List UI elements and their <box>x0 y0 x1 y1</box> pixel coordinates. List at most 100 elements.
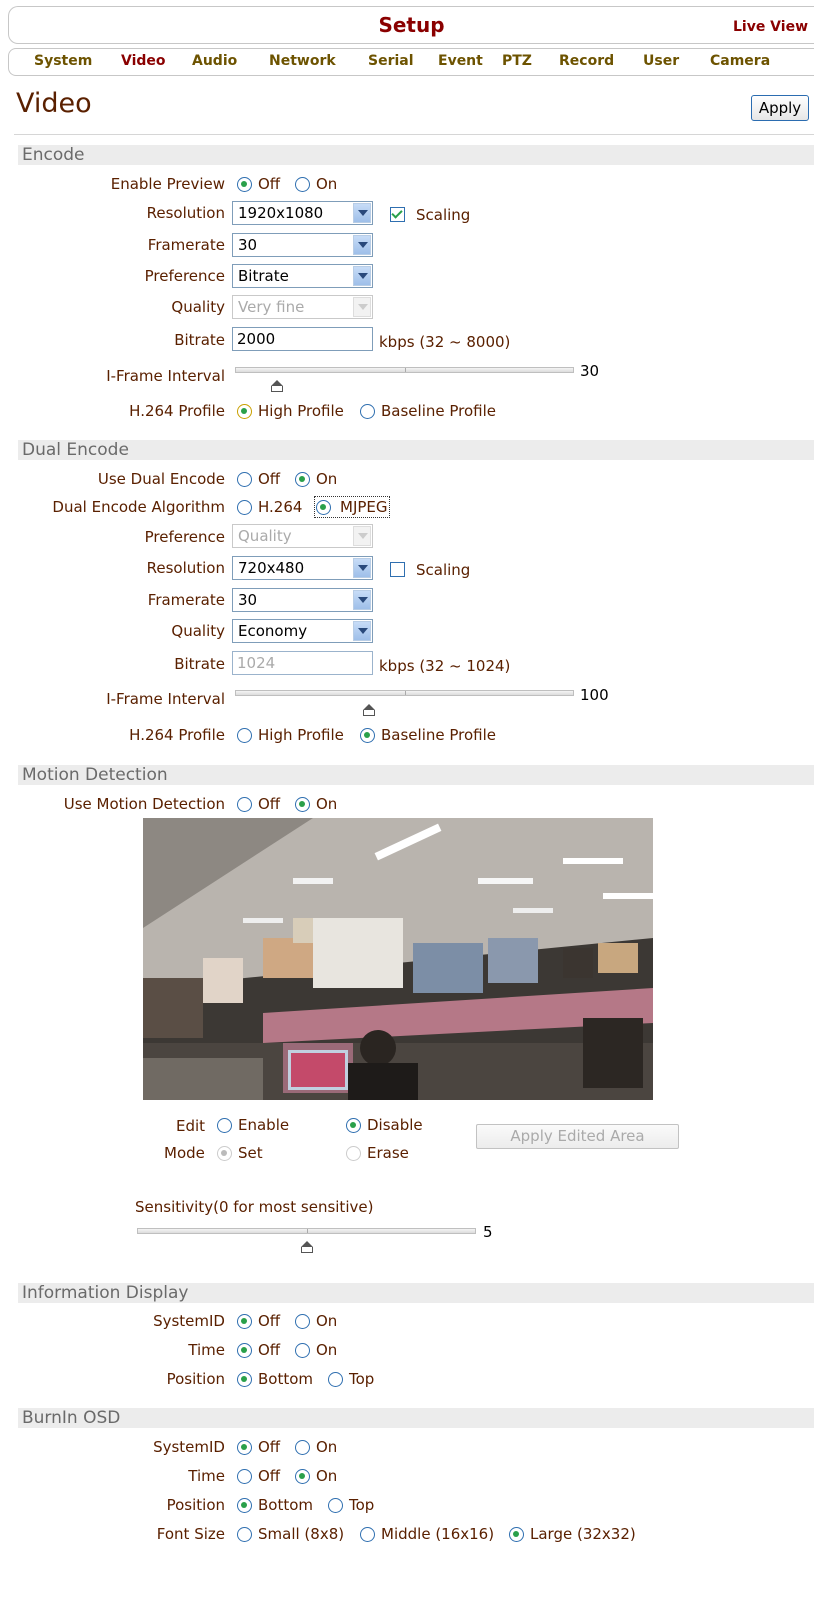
bitrate-input[interactable]: 2000 <box>232 327 373 351</box>
slider-thumb-icon[interactable] <box>271 380 283 392</box>
radio-icon[interactable] <box>360 728 375 743</box>
algorithm-h264[interactable]: H.264 <box>237 498 302 516</box>
radio-icon[interactable] <box>346 1146 361 1161</box>
profile-baseline[interactable]: Baseline Profile <box>360 402 496 420</box>
radio-icon[interactable] <box>346 1118 361 1133</box>
radio-icon[interactable] <box>217 1146 232 1161</box>
tab-system[interactable]: System <box>34 53 92 69</box>
apply-edited-area-button[interactable]: Apply Edited Area <box>476 1124 679 1149</box>
info-systemid-off[interactable]: Off <box>237 1312 280 1330</box>
radio-icon[interactable] <box>237 1440 252 1455</box>
radio-icon[interactable] <box>509 1527 524 1542</box>
preference-select[interactable]: Bitrate <box>232 264 373 288</box>
sensitivity-slider-track[interactable] <box>137 1228 476 1234</box>
mode-set[interactable]: Set <box>217 1144 263 1162</box>
dual-preference-select[interactable]: Quality <box>232 524 373 548</box>
tab-camera[interactable]: Camera <box>710 53 770 69</box>
dual-framerate-select[interactable]: 30 <box>232 588 373 612</box>
radio-icon[interactable] <box>237 404 252 419</box>
enable-preview-on[interactable]: On <box>295 175 337 193</box>
profile-label: H.264 Profile <box>129 402 225 420</box>
osd-systemid-on[interactable]: On <box>295 1438 337 1456</box>
radio-icon[interactable] <box>237 1498 252 1513</box>
osd-fontsize-small[interactable]: Small (8x8) <box>237 1525 344 1543</box>
mode-erase[interactable]: Erase <box>346 1144 409 1162</box>
osd-fontsize-middle[interactable]: Middle (16x16) <box>360 1525 494 1543</box>
radio-icon[interactable] <box>328 1372 343 1387</box>
info-systemid-on[interactable]: On <box>295 1312 337 1330</box>
osd-systemid-off[interactable]: Off <box>237 1438 280 1456</box>
radio-icon[interactable] <box>360 1527 375 1542</box>
framerate-select[interactable]: 30 <box>232 233 373 257</box>
radio-icon[interactable] <box>237 797 252 812</box>
radio-icon[interactable] <box>237 1314 252 1329</box>
osd-position-top[interactable]: Top <box>328 1496 374 1514</box>
info-time-off[interactable]: Off <box>237 1341 280 1359</box>
radio-icon[interactable] <box>360 404 375 419</box>
radio-icon[interactable] <box>237 472 252 487</box>
enable-preview-off[interactable]: Off <box>237 175 280 193</box>
tab-ptz[interactable]: PTZ <box>502 53 532 69</box>
osd-fontsize-large[interactable]: Large (32x32) <box>509 1525 636 1543</box>
osd-time-off[interactable]: Off <box>237 1467 280 1485</box>
tab-video[interactable]: Video <box>121 53 166 69</box>
dual-bitrate-input[interactable]: 1024 <box>232 651 373 675</box>
radio-icon[interactable] <box>316 500 331 515</box>
use-motion-on[interactable]: On <box>295 795 337 813</box>
radio-icon[interactable] <box>237 1469 252 1484</box>
tab-user[interactable]: User <box>643 53 679 69</box>
tab-network[interactable]: Network <box>269 53 336 69</box>
tab-event[interactable]: Event <box>438 53 483 69</box>
radio-icon[interactable] <box>295 1314 310 1329</box>
dual-quality-select[interactable]: Economy <box>232 619 373 643</box>
dual-profile-baseline[interactable]: Baseline Profile <box>360 726 496 744</box>
info-position-top[interactable]: Top <box>328 1370 374 1388</box>
apply-button[interactable]: Apply <box>751 95 809 121</box>
tab-record[interactable]: Record <box>559 53 614 69</box>
info-position-bottom[interactable]: Bottom <box>237 1370 313 1388</box>
radio-icon[interactable] <box>295 1469 310 1484</box>
scaling-checkbox[interactable] <box>390 207 405 222</box>
page-title: Video <box>16 88 92 119</box>
radio-icon[interactable] <box>295 1440 310 1455</box>
radio-icon[interactable] <box>237 1372 252 1387</box>
dual-profile-high[interactable]: High Profile <box>237 726 344 744</box>
radio-icon[interactable] <box>237 1527 252 1542</box>
radio-icon[interactable] <box>237 728 252 743</box>
slider-thumb-icon[interactable] <box>363 704 375 716</box>
osd-time-label: Time <box>188 1467 225 1485</box>
info-time-on[interactable]: On <box>295 1341 337 1359</box>
quality-select[interactable]: Very fine <box>232 295 373 319</box>
resolution-select[interactable]: 1920x1080 <box>232 201 373 225</box>
iframe-slider-track[interactable] <box>235 367 574 373</box>
dual-iframe-slider-track[interactable] <box>235 690 574 696</box>
radio-icon[interactable] <box>237 1343 252 1358</box>
radio-icon[interactable] <box>217 1118 232 1133</box>
radio-icon[interactable] <box>295 797 310 812</box>
radio-icon[interactable] <box>295 1343 310 1358</box>
dual-scaling-checkbox[interactable] <box>390 562 405 577</box>
chevron-down-icon <box>353 621 371 641</box>
profile-high[interactable]: High Profile <box>237 402 344 420</box>
dual-resolution-select[interactable]: 720x480 <box>232 556 373 580</box>
use-motion-off[interactable]: Off <box>237 795 280 813</box>
mode-label: Mode <box>164 1144 205 1162</box>
use-dual-on[interactable]: On <box>295 470 337 488</box>
edit-disable[interactable]: Disable <box>346 1116 423 1134</box>
radio-icon[interactable] <box>295 472 310 487</box>
tab-serial[interactable]: Serial <box>368 53 414 69</box>
radio-icon[interactable] <box>295 177 310 192</box>
chevron-down-icon <box>353 558 371 578</box>
motion-preview-image[interactable] <box>143 818 653 1100</box>
live-view-link[interactable]: Live View <box>733 19 808 35</box>
osd-position-bottom[interactable]: Bottom <box>237 1496 313 1514</box>
radio-icon[interactable] <box>237 177 252 192</box>
use-dual-off[interactable]: Off <box>237 470 280 488</box>
slider-thumb-icon[interactable] <box>301 1241 313 1253</box>
edit-enable[interactable]: Enable <box>217 1116 289 1134</box>
radio-icon[interactable] <box>328 1498 343 1513</box>
algorithm-mjpeg[interactable]: MJPEG <box>314 496 390 518</box>
osd-time-on[interactable]: On <box>295 1467 337 1485</box>
tab-audio[interactable]: Audio <box>192 53 237 69</box>
radio-icon[interactable] <box>237 500 252 515</box>
